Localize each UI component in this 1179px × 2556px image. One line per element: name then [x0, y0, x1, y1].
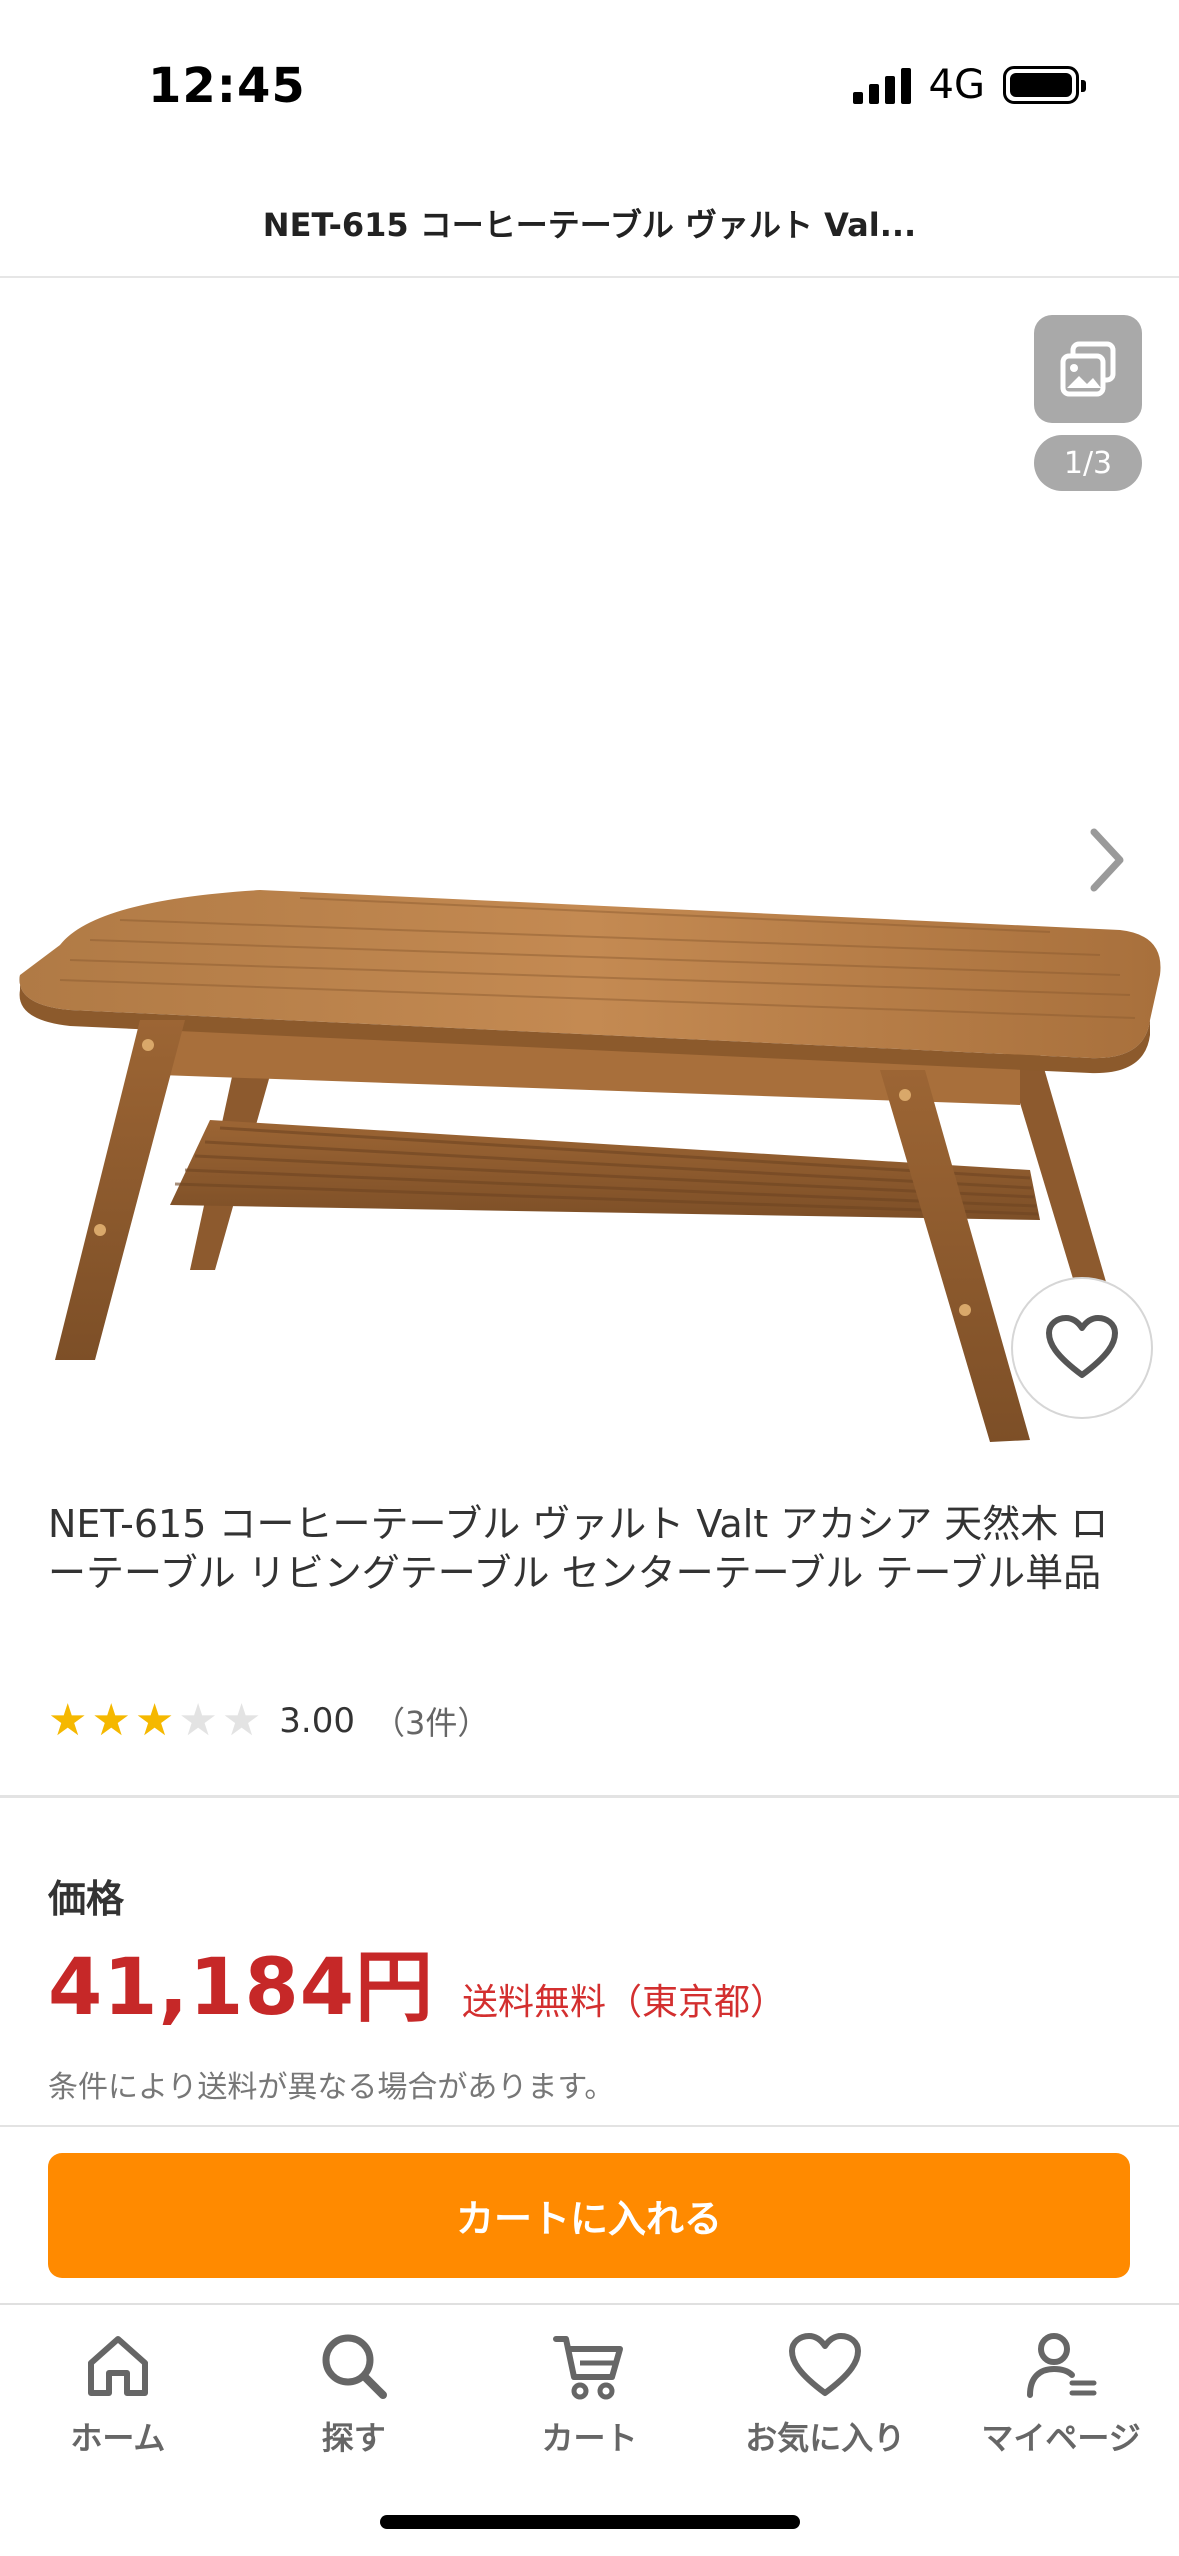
price-row: 41,184円 送料無料（東京都） — [48, 1925, 786, 2037]
heart-icon — [789, 2333, 862, 2396]
user-icon — [1027, 2333, 1097, 2398]
tab-label: カート — [541, 2419, 638, 2457]
tab-bar: ホーム 探す カート お気に入り マイページ — [0, 2305, 1179, 2475]
tab-mypage[interactable]: マイページ — [943, 2305, 1179, 2475]
price-label: 価格 — [48, 1877, 125, 1921]
search-icon — [322, 2334, 387, 2399]
review-count[interactable]: （3件） — [373, 1698, 489, 1744]
status-indicators: 4G — [852, 62, 1086, 108]
product-gallery[interactable]: 1/3 — [0, 280, 1179, 1450]
rating-row[interactable]: ★ ★ ★ ★ ★ 3.00 （3件） — [48, 1695, 489, 1746]
divider — [0, 2125, 1179, 2127]
cart-icon — [553, 2336, 624, 2400]
tab-label: マイページ — [981, 2419, 1141, 2457]
home-indicator — [380, 2515, 800, 2529]
network-type: 4G — [928, 62, 985, 108]
tab-search[interactable]: 探す — [236, 2305, 472, 2475]
signal-icon — [852, 66, 911, 104]
tab-label: ホーム — [70, 2419, 166, 2457]
page-title: NET-615 コーヒーテーブル ヴァルト Val... — [262, 206, 917, 244]
product-image — [19, 890, 1161, 1442]
heart-icon — [1046, 1315, 1118, 1378]
tab-cart[interactable]: カート — [472, 2305, 708, 2475]
rating-stars: ★ ★ ★ ★ ★ — [48, 1695, 261, 1746]
image-counter: 1/3 — [1034, 435, 1142, 491]
status-time: 12:45 — [148, 58, 306, 114]
gallery-view-button[interactable] — [1034, 315, 1142, 423]
tab-home[interactable]: ホーム — [0, 2305, 236, 2475]
battery-icon — [1003, 66, 1086, 104]
star-filled-icon: ★ — [48, 1695, 88, 1746]
page-header: NET-615 コーヒーテーブル ヴァルト Val... — [0, 170, 1179, 278]
chevron-right-icon[interactable] — [1082, 820, 1132, 900]
star-filled-icon: ★ — [91, 1695, 131, 1746]
rating-score: 3.00 — [279, 1700, 355, 1741]
star-filled-icon: ★ — [134, 1695, 175, 1746]
shipping-note: 条件により送料が異なる場合があります。 — [48, 2070, 615, 2105]
shipping-info: 送料無料（東京都） — [462, 1982, 787, 2023]
star-empty-icon: ★ — [221, 1695, 262, 1746]
add-to-cart-button[interactable]: カートに入れる — [48, 2153, 1130, 2278]
tab-label: お気に入り — [745, 2419, 906, 2457]
product-name: NET-615 コーヒーテーブル ヴァルト Valt アカシア 天然木 ローテー… — [48, 1502, 1109, 1595]
price-value: 41,184円 — [48, 1943, 434, 2033]
home-icon — [87, 2336, 148, 2396]
tab-favorites[interactable]: お気に入り — [707, 2305, 943, 2475]
image-stack-icon — [1060, 341, 1116, 397]
divider — [0, 1795, 1179, 1798]
tab-label: 探す — [321, 2419, 386, 2457]
favorite-button[interactable] — [1011, 1277, 1153, 1419]
status-bar: 12:45 4G — [0, 0, 1179, 170]
star-empty-icon: ★ — [178, 1695, 218, 1746]
